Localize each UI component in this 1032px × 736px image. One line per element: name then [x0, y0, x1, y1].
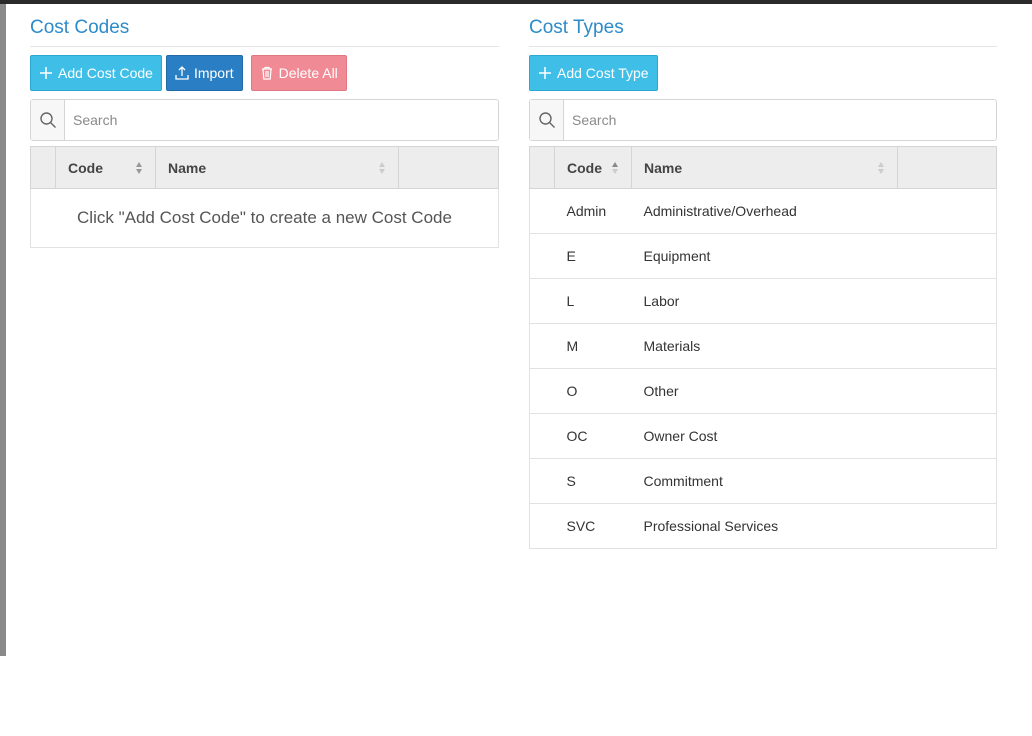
cost-types-toolbar: Add Cost Type — [529, 55, 997, 91]
actions-cell — [897, 413, 997, 459]
code-cell: SVC — [554, 503, 632, 549]
cost-types-table: Code Name Admin Administrative/Overhead E… — [529, 146, 997, 549]
trash-icon — [261, 66, 272, 80]
code-cell: Admin — [554, 188, 632, 234]
table-row[interactable]: S Commitment — [529, 458, 997, 504]
actions-cell — [897, 233, 997, 279]
sort-icon — [136, 162, 142, 174]
cost-codes-search — [30, 99, 499, 141]
plus-icon — [40, 67, 52, 79]
name-cell: Materials — [631, 323, 898, 369]
code-column-header[interactable]: Code — [554, 146, 632, 189]
code-cell: OC — [554, 413, 632, 459]
cost-codes-panel: Cost Codes Add Cost Code Import Delete A… — [30, 14, 499, 248]
table-row[interactable]: Admin Administrative/Overhead — [529, 188, 997, 234]
select-cell — [529, 323, 555, 369]
select-cell — [529, 233, 555, 279]
table-row[interactable]: OC Owner Cost — [529, 413, 997, 459]
select-cell — [529, 368, 555, 414]
search-icon — [530, 100, 564, 140]
name-cell: Labor — [631, 278, 898, 324]
cost-codes-toolbar: Add Cost Code Import Delete All — [30, 55, 499, 91]
select-column-header — [30, 146, 56, 189]
delete-all-button[interactable]: Delete All — [250, 55, 347, 91]
empty-message: Click "Add Cost Code" to create a new Co… — [30, 188, 499, 248]
code-cell: O — [554, 368, 632, 414]
search-icon — [31, 100, 65, 140]
cost-codes-table: Code Name Click "Add Cost Code" to creat… — [30, 146, 499, 248]
plus-icon — [539, 67, 551, 79]
code-header-label: Code — [68, 159, 103, 176]
code-cell: S — [554, 458, 632, 504]
code-cell: L — [554, 278, 632, 324]
cost-types-search — [529, 99, 997, 141]
name-header-label: Name — [168, 159, 207, 176]
actions-column-header — [897, 146, 997, 189]
name-column-header[interactable]: Name — [155, 146, 399, 189]
actions-cell — [897, 458, 997, 504]
delete-all-label: Delete All — [278, 65, 338, 81]
sort-icon — [612, 162, 618, 174]
add-cost-type-button[interactable]: Add Cost Type — [529, 55, 658, 91]
top-bar — [0, 0, 1032, 4]
select-cell — [529, 188, 555, 234]
actions-cell — [897, 188, 997, 234]
cost-types-panel: Cost Types Add Cost Type Code Name — [529, 14, 997, 549]
actions-column-header — [398, 146, 499, 189]
select-cell — [529, 458, 555, 504]
actions-cell — [897, 323, 997, 369]
cost-types-title: Cost Types — [529, 14, 997, 47]
empty-row: Click "Add Cost Code" to create a new Co… — [30, 188, 499, 248]
name-column-header[interactable]: Name — [631, 146, 898, 189]
add-cost-code-label: Add Cost Code — [58, 65, 153, 81]
select-column-header — [529, 146, 555, 189]
name-cell: Owner Cost — [631, 413, 898, 459]
actions-cell — [897, 503, 997, 549]
code-column-header[interactable]: Code — [55, 146, 156, 189]
code-header-label: Code — [567, 159, 602, 176]
actions-cell — [897, 368, 997, 414]
cost-codes-title: Cost Codes — [30, 14, 499, 47]
name-cell: Equipment — [631, 233, 898, 279]
table-row[interactable]: E Equipment — [529, 233, 997, 279]
sort-icon — [878, 162, 884, 174]
import-button[interactable]: Import — [165, 55, 243, 91]
name-cell: Other — [631, 368, 898, 414]
cost-types-search-input[interactable] — [564, 100, 996, 140]
name-header-label: Name — [644, 159, 683, 176]
code-cell: M — [554, 323, 632, 369]
select-cell — [529, 278, 555, 324]
name-cell: Commitment — [631, 458, 898, 504]
table-row[interactable]: M Materials — [529, 323, 997, 369]
add-cost-code-button[interactable]: Add Cost Code — [30, 55, 162, 91]
actions-cell — [897, 278, 997, 324]
select-cell — [529, 413, 555, 459]
upload-icon — [175, 66, 189, 80]
import-label: Import — [193, 65, 234, 81]
code-cell: E — [554, 233, 632, 279]
cost-codes-search-input[interactable] — [65, 100, 498, 140]
table-row[interactable]: O Other — [529, 368, 997, 414]
add-cost-type-label: Add Cost Type — [557, 65, 649, 81]
select-cell — [529, 503, 555, 549]
left-scroll-edge — [0, 4, 6, 656]
table-row[interactable]: L Labor — [529, 278, 997, 324]
table-row[interactable]: SVC Professional Services — [529, 503, 997, 549]
name-cell: Professional Services — [631, 503, 898, 549]
name-cell: Administrative/Overhead — [631, 188, 898, 234]
sort-icon — [379, 162, 385, 174]
